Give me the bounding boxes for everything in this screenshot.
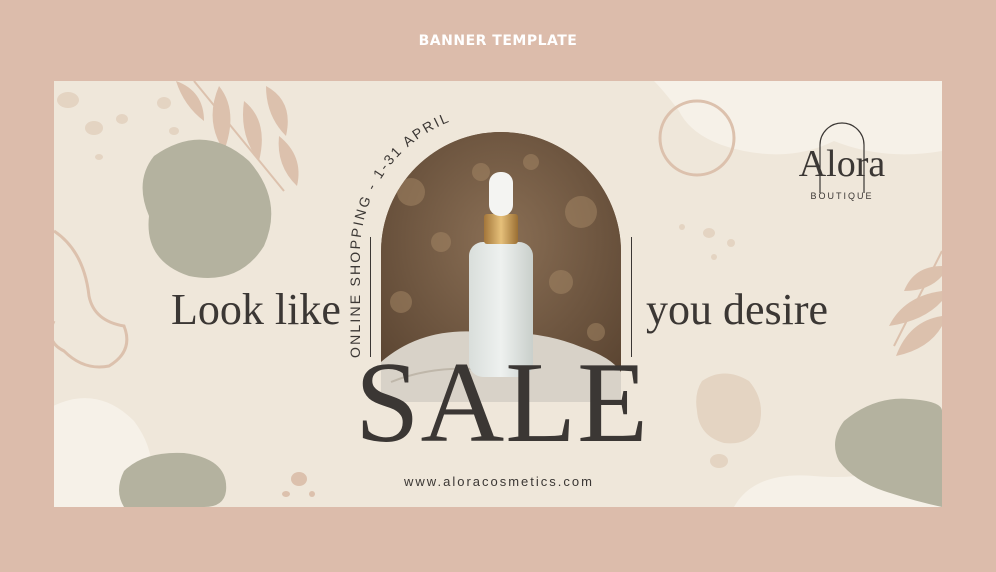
page-title: BANNER TEMPLATE xyxy=(418,33,578,49)
logo-name: Alora xyxy=(798,143,886,185)
tagline-left: Look like xyxy=(171,285,341,334)
website-link[interactable]: www.aloracosmetics.com xyxy=(324,474,674,489)
logo-subtitle: BOUTIQUE xyxy=(810,191,874,201)
tagline-right: you desire xyxy=(646,285,829,334)
svg-text:ONLINE SHOPPING - 1-31 APRIL: ONLINE SHOPPING - 1-31 APRIL xyxy=(347,109,453,358)
sale-banner: ONLINE SHOPPING - 1-31 APRIL Look like y… xyxy=(54,81,942,507)
arch-caption-text: ONLINE SHOPPING - 1-31 APRIL xyxy=(347,109,450,358)
sale-headline: SALE xyxy=(355,339,649,467)
